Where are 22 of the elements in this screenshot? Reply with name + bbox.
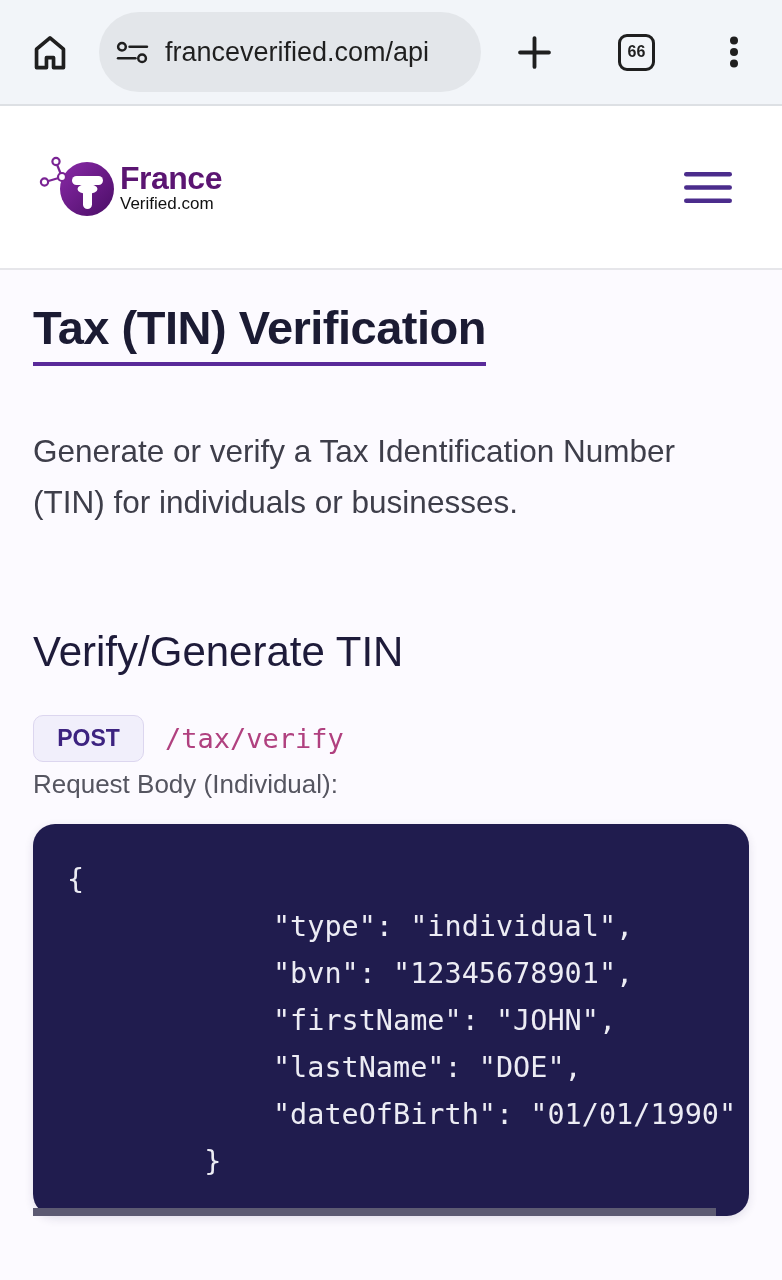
scrollbar-thumb[interactable] <box>33 1208 716 1216</box>
url-text: franceverified.com/api <box>165 36 430 68</box>
section-heading: Verify/Generate TIN <box>33 628 405 676</box>
tab-switcher-button[interactable]: 66 <box>618 33 655 71</box>
logo-domain: Verified.com <box>120 194 215 214</box>
code-text: { "type": "individual", "bvn": "12345678901", "firstName": "JOHN", "lastName": "DOE", "dateOfBirth": "01/01/1990" } <box>67 862 738 1180</box>
menu-button[interactable] <box>684 171 732 203</box>
home-button[interactable] <box>33 34 67 70</box>
home-icon <box>33 34 67 70</box>
page-title: Tax (TIN) Verification <box>33 300 486 366</box>
more-icon <box>729 36 739 68</box>
tune-icon <box>116 40 149 64</box>
logo-name: France <box>120 162 222 194</box>
endpoint-path: /tax/verify <box>165 723 344 754</box>
plus-icon <box>518 35 551 69</box>
page-description: Generate or verify a Tax Identification Number (TIN) for individuals or businesses. <box>33 432 676 522</box>
new-tab-button[interactable] <box>518 35 551 69</box>
method-badge: POST <box>33 715 144 762</box>
menu-icon <box>684 171 732 203</box>
more-options-button[interactable] <box>729 36 739 68</box>
address-bar[interactable]: franceverified.com/api <box>99 12 481 92</box>
request-body-label: Request Body (Individual): <box>33 768 339 800</box>
